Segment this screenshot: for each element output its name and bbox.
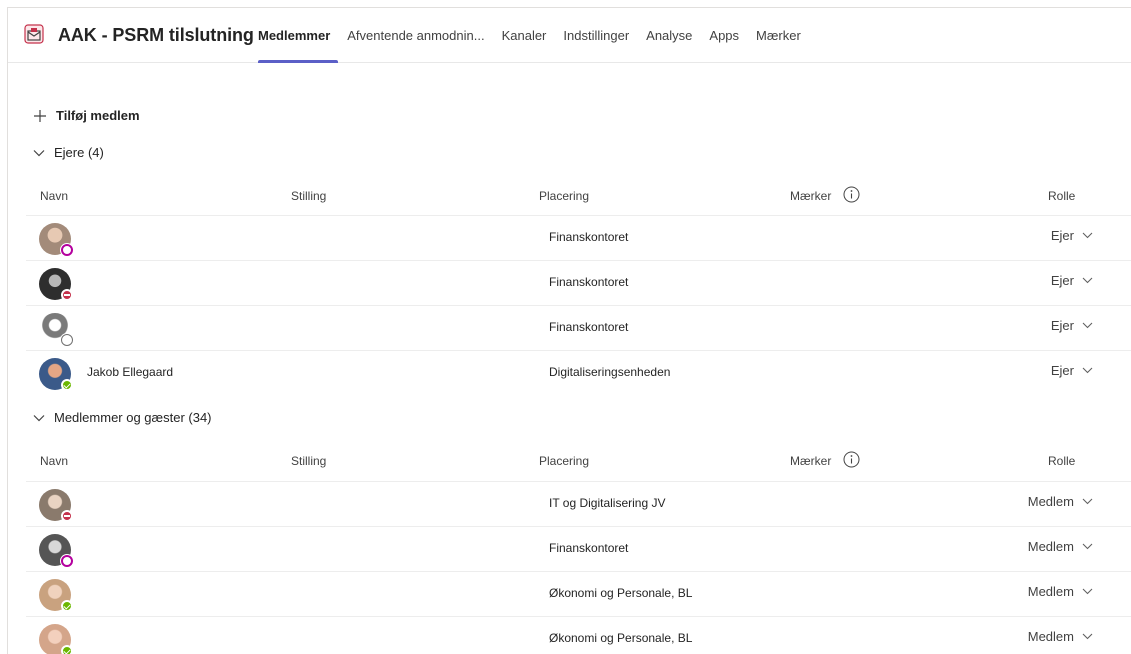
tab-bar: Medlemmer Afventende anmodnin... Kanaler… bbox=[258, 8, 818, 63]
members-section-label: Medlemmer og gæster (34) bbox=[54, 410, 212, 425]
role-dropdown[interactable]: Ejer bbox=[1051, 228, 1093, 243]
role-dropdown[interactable]: Medlem bbox=[1028, 494, 1093, 509]
tab-indstillinger[interactable]: Indstillinger bbox=[563, 8, 637, 63]
role-value: Medlem bbox=[1027, 539, 1074, 554]
info-icon[interactable] bbox=[843, 451, 860, 468]
role-dropdown[interactable]: Ejer bbox=[1051, 318, 1093, 333]
info-icon[interactable] bbox=[843, 186, 860, 203]
tab-medlemmer[interactable]: Medlemmer bbox=[258, 8, 339, 63]
member-location: Økonomi og Personale, BL bbox=[549, 631, 693, 645]
table-row[interactable]: Finanskontoret Ejer bbox=[26, 260, 1131, 304]
tab-afventende-anmodninger[interactable]: Afventende anmodnin... bbox=[347, 8, 492, 63]
tab-maerker[interactable]: Mærker bbox=[756, 8, 809, 63]
member-location: Digitaliseringsenheden bbox=[549, 365, 671, 379]
role-dropdown[interactable]: Ejer bbox=[1051, 273, 1093, 288]
column-header-role: Rolle bbox=[1048, 189, 1076, 203]
team-envelope-icon bbox=[24, 24, 44, 44]
chevron-down-icon bbox=[1082, 633, 1093, 640]
table-row[interactable]: Finanskontoret Ejer bbox=[26, 305, 1131, 349]
role-value: Ejer bbox=[1050, 228, 1074, 243]
role-value: Medlem bbox=[1027, 629, 1074, 644]
presence-available-icon bbox=[61, 379, 73, 391]
member-location: Finanskontoret bbox=[549, 230, 629, 244]
chevron-down-icon bbox=[1082, 543, 1093, 550]
tab-kanaler[interactable]: Kanaler bbox=[502, 8, 555, 63]
chevron-down-icon bbox=[1082, 232, 1093, 239]
role-dropdown[interactable]: Medlem bbox=[1028, 629, 1093, 644]
chevron-down-icon bbox=[1082, 367, 1093, 374]
column-header-role: Rolle bbox=[1048, 454, 1076, 468]
chevron-down-icon bbox=[33, 414, 45, 421]
member-location: Finanskontoret bbox=[549, 541, 629, 555]
role-dropdown[interactable]: Ejer bbox=[1051, 363, 1093, 378]
member-location: IT og Digitalisering JV bbox=[549, 496, 666, 510]
add-member-button[interactable]: Tilføj medlem bbox=[33, 108, 140, 123]
table-row[interactable]: IT og Digitalisering JV Medlem bbox=[26, 481, 1131, 525]
chevron-down-icon bbox=[1082, 588, 1093, 595]
chevron-down-icon bbox=[1082, 498, 1093, 505]
column-header-location: Placering bbox=[539, 189, 590, 203]
presence-offline-icon bbox=[61, 334, 73, 346]
team-header: AAK - PSRM tilslutning Medlemmer Afvente… bbox=[8, 8, 1131, 63]
owners-section-toggle[interactable]: Ejere (4) bbox=[33, 145, 104, 160]
role-value: Medlem bbox=[1027, 494, 1074, 509]
member-location: Økonomi og Personale, BL bbox=[549, 586, 693, 600]
column-header-title: Stilling bbox=[291, 454, 327, 468]
table-row[interactable]: Finanskontoret Ejer bbox=[26, 215, 1131, 259]
column-header-name: Navn bbox=[40, 189, 69, 203]
members-section-toggle[interactable]: Medlemmer og gæster (34) bbox=[33, 410, 212, 425]
member-location: Finanskontoret bbox=[549, 320, 629, 334]
table-row[interactable]: Finanskontoret Medlem bbox=[26, 526, 1131, 570]
role-value: Ejer bbox=[1050, 363, 1074, 378]
chevron-down-icon bbox=[33, 149, 45, 156]
owners-section-label: Ejere (4) bbox=[54, 145, 104, 160]
role-value: Ejer bbox=[1050, 273, 1074, 288]
presence-away-icon bbox=[61, 555, 73, 567]
column-header-tags: Mærker bbox=[790, 189, 832, 203]
presence-busy-icon bbox=[61, 289, 73, 301]
table-row[interactable]: Økonomi og Personale, BL Medlem bbox=[26, 616, 1131, 654]
presence-away-icon bbox=[61, 244, 73, 256]
column-header-title: Stilling bbox=[291, 189, 327, 203]
table-row[interactable]: Økonomi og Personale, BL Medlem bbox=[26, 571, 1131, 615]
role-dropdown[interactable]: Medlem bbox=[1028, 539, 1093, 554]
role-value: Medlem bbox=[1027, 584, 1074, 599]
column-header-tags: Mærker bbox=[790, 454, 832, 468]
team-name: AAK - PSRM tilslutning bbox=[58, 25, 254, 45]
presence-busy-icon bbox=[61, 510, 73, 522]
plus-icon bbox=[34, 109, 46, 122]
member-location: Finanskontoret bbox=[549, 275, 629, 289]
teams-manage-team-panel: AAK - PSRM tilslutning Medlemmer Afvente… bbox=[7, 7, 1131, 654]
member-name: Jakob Ellegaard bbox=[87, 365, 174, 379]
presence-available-icon bbox=[61, 645, 73, 654]
role-dropdown[interactable]: Medlem bbox=[1028, 584, 1093, 599]
tab-apps[interactable]: Apps bbox=[709, 8, 747, 63]
table-row[interactable]: Jakob Ellegaard Digitaliseringsenheden E… bbox=[26, 350, 1131, 394]
column-header-name: Navn bbox=[40, 454, 69, 468]
tab-analyse[interactable]: Analyse bbox=[646, 8, 700, 63]
presence-available-icon bbox=[61, 600, 73, 612]
chevron-down-icon bbox=[1082, 322, 1093, 329]
role-value: Ejer bbox=[1050, 318, 1074, 333]
chevron-down-icon bbox=[1082, 277, 1093, 284]
column-header-location: Placering bbox=[539, 454, 590, 468]
add-member-label: Tilføj medlem bbox=[56, 108, 140, 123]
